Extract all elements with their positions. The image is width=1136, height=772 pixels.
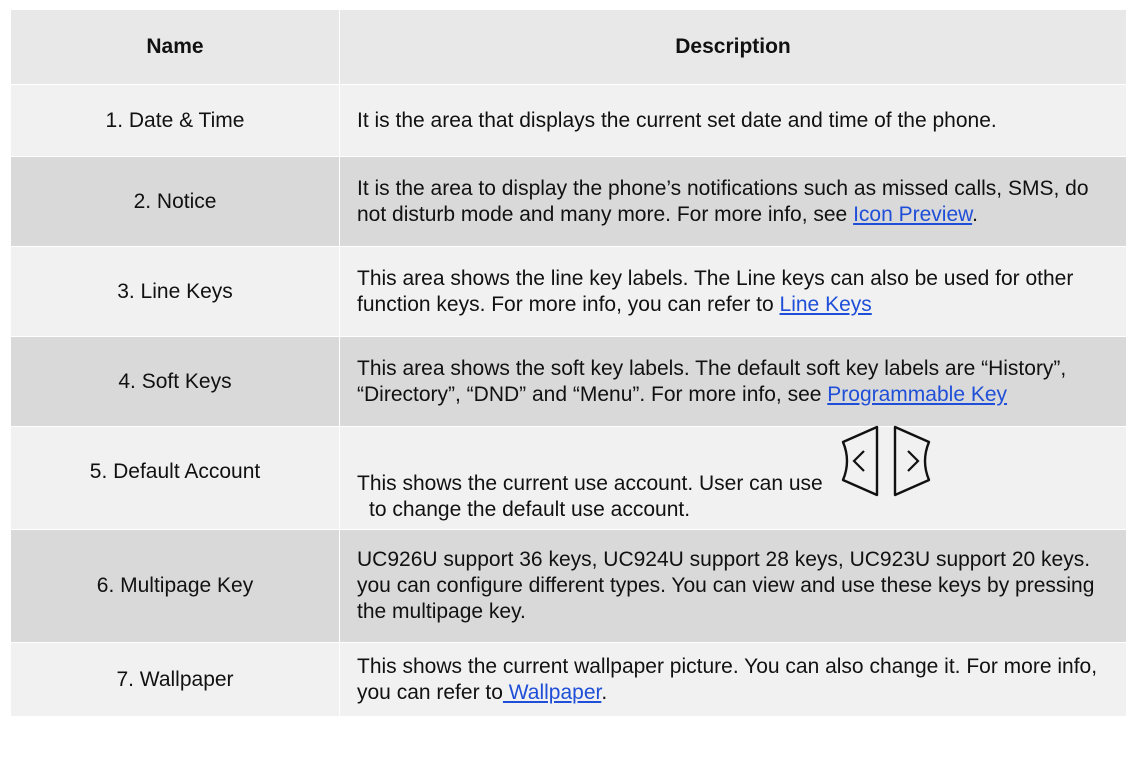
table-row: 1. Date & Time It is the area that displ… xyxy=(10,84,1127,157)
wallpaper-link[interactable]: Wallpaper xyxy=(503,681,602,704)
icon-preview-link[interactable]: Icon Preview xyxy=(853,203,972,226)
row-name: 5. Default Account xyxy=(10,426,340,530)
description-suffix: . xyxy=(601,680,608,704)
table-row: 2. Notice It is the area to display the … xyxy=(10,156,1127,247)
description-text: This area shows the line key labels. The… xyxy=(357,266,1074,316)
row-description: This shows the current wallpaper picture… xyxy=(339,642,1127,717)
row-description: It is the area to display the phone’s no… xyxy=(339,156,1127,247)
table-row: 3. Line Keys This area shows the line ke… xyxy=(10,246,1127,337)
description-text: UC926U support 36 keys, UC924U support 2… xyxy=(357,548,1095,623)
account-switch-icons xyxy=(837,424,935,498)
row-name: 3. Line Keys xyxy=(10,246,340,337)
description-text: It is the area that displays the current… xyxy=(357,108,997,132)
table-row: 6. Multipage Key UC926U support 36 keys,… xyxy=(10,529,1127,643)
account-cell-content: This shows the current use account. User… xyxy=(357,424,1116,523)
header-name: Name xyxy=(10,9,340,85)
row-description: UC926U support 36 keys, UC924U support 2… xyxy=(339,529,1127,643)
description-text: This shows the current use account. User… xyxy=(357,472,823,495)
row-name: 2. Notice xyxy=(10,156,340,247)
chevron-right-key-icon xyxy=(893,425,931,497)
row-description: It is the area that displays the current… xyxy=(339,84,1127,157)
row-description: This shows the current use account. User… xyxy=(339,424,1127,530)
header-description: Description xyxy=(339,9,1127,85)
chevron-left-key-icon xyxy=(841,425,879,497)
table-row: 7. Wallpaper This shows the current wall… xyxy=(10,642,1127,717)
row-name: 1. Date & Time xyxy=(10,84,340,157)
row-name: 7. Wallpaper xyxy=(10,642,340,717)
row-description: This area shows the soft key labels. The… xyxy=(339,336,1127,427)
line-keys-link[interactable]: Line Keys xyxy=(780,293,872,316)
table-header-row: Name Description xyxy=(10,9,1127,85)
programmable-key-link[interactable]: Programmable Key xyxy=(827,383,1007,406)
table-row: 4. Soft Keys This area shows the soft ke… xyxy=(10,336,1127,427)
row-name: 4. Soft Keys xyxy=(10,336,340,427)
table-row: 5. Default Account This shows the curren… xyxy=(10,424,1127,530)
description-table: Name Description 1. Date & Time It is th… xyxy=(10,9,1127,717)
description-text: It is the area to display the phone’s no… xyxy=(357,176,1089,226)
row-description: This area shows the line key labels. The… xyxy=(339,246,1127,337)
description-text: This shows the current wallpaper picture… xyxy=(357,654,1098,704)
description-suffix: . xyxy=(972,202,978,226)
row-name: 6. Multipage Key xyxy=(10,529,340,643)
description-text-line2: to change the default use account. xyxy=(369,498,691,521)
